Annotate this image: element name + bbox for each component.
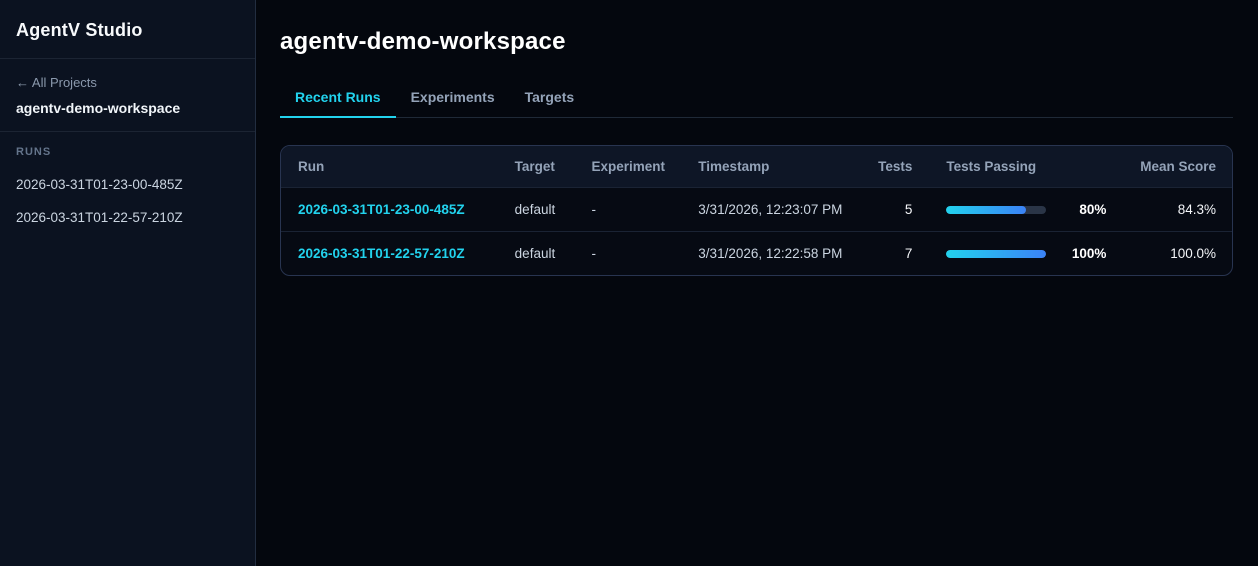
experiment-cell: - xyxy=(583,187,691,232)
runs-table-card: Run Target Experiment Timestamp Tests Te… xyxy=(280,145,1233,276)
runs-table: Run Target Experiment Timestamp Tests Te… xyxy=(281,146,1232,275)
sidebar: AgentV Studio ← All Projects agentv-demo… xyxy=(0,0,256,566)
progress-bar-track xyxy=(946,249,1047,258)
run-link[interactable]: 2026-03-31T01-22-57-210Z xyxy=(298,246,465,261)
runs-section-header: RUNS xyxy=(16,146,52,158)
sidebar-header: AgentV Studio xyxy=(0,0,255,59)
passing-percent-label: 100% xyxy=(1071,246,1107,261)
app-title: AgentV Studio xyxy=(16,20,143,40)
column-header-timestamp: Timestamp xyxy=(698,159,770,174)
page-title: agentv-demo-workspace xyxy=(280,28,566,55)
table-row: 2026-03-31T01-22-57-210Z default - 3/31/… xyxy=(281,231,1232,275)
target-cell: default xyxy=(506,187,584,232)
column-header-tests-passing: Tests Passing xyxy=(946,159,1037,174)
tab-experiments[interactable]: Experiments xyxy=(396,79,510,117)
sidebar-nav: ← All Projects agentv-demo-workspace xyxy=(0,59,255,132)
progress-bar-track xyxy=(946,205,1047,214)
mean-score-cell: 84.3% xyxy=(1132,187,1232,232)
sidebar-run-item[interactable]: 2026-03-31T01-22-57-210Z xyxy=(16,201,239,234)
tests-count-cell: 7 xyxy=(870,231,921,275)
run-cell: 2026-03-31T01-23-00-485Z xyxy=(281,187,507,232)
passing-percent-label: 80% xyxy=(1079,202,1107,217)
target-cell: default xyxy=(506,231,584,275)
tab-targets[interactable]: Targets xyxy=(510,79,590,117)
column-header-run: Run xyxy=(298,159,325,174)
column-header-mean-score: Mean Score xyxy=(1140,159,1216,174)
run-cell: 2026-03-31T01-22-57-210Z xyxy=(281,231,507,275)
tests-passing-cell: 100% xyxy=(920,231,1133,275)
column-header-experiment: Experiment xyxy=(591,159,665,174)
timestamp-cell: 3/31/2026, 12:23:07 PM xyxy=(690,187,871,232)
run-link[interactable]: 2026-03-31T01-23-00-485Z xyxy=(298,202,465,217)
mean-score-cell: 100.0% xyxy=(1132,231,1232,275)
table-row: 2026-03-31T01-23-00-485Z default - 3/31/… xyxy=(281,187,1232,232)
column-header-target: Target xyxy=(514,159,555,174)
sidebar-run-item[interactable]: 2026-03-31T01-23-00-485Z xyxy=(16,168,239,201)
table-header-row: Run Target Experiment Timestamp Tests Te… xyxy=(281,146,1232,188)
progress-bar-fill xyxy=(946,205,1027,214)
main-content: agentv-demo-workspace Recent Runs Experi… xyxy=(256,0,1258,566)
timestamp-cell: 3/31/2026, 12:22:58 PM xyxy=(690,231,871,275)
sidebar-workspace-name: agentv-demo-workspace xyxy=(16,100,181,116)
experiment-cell: - xyxy=(583,231,691,275)
progress-bar-fill xyxy=(946,249,1047,258)
tests-count-cell: 5 xyxy=(870,187,921,232)
runs-section: RUNS 2026-03-31T01-23-00-485Z 2026-03-31… xyxy=(0,132,255,248)
column-header-tests: Tests xyxy=(878,159,913,174)
tab-bar: Recent Runs Experiments Targets xyxy=(280,79,1233,118)
all-projects-back-link[interactable]: ← All Projects xyxy=(16,75,239,90)
tests-passing-cell: 80% xyxy=(920,187,1133,232)
tab-recent-runs[interactable]: Recent Runs xyxy=(280,79,396,118)
